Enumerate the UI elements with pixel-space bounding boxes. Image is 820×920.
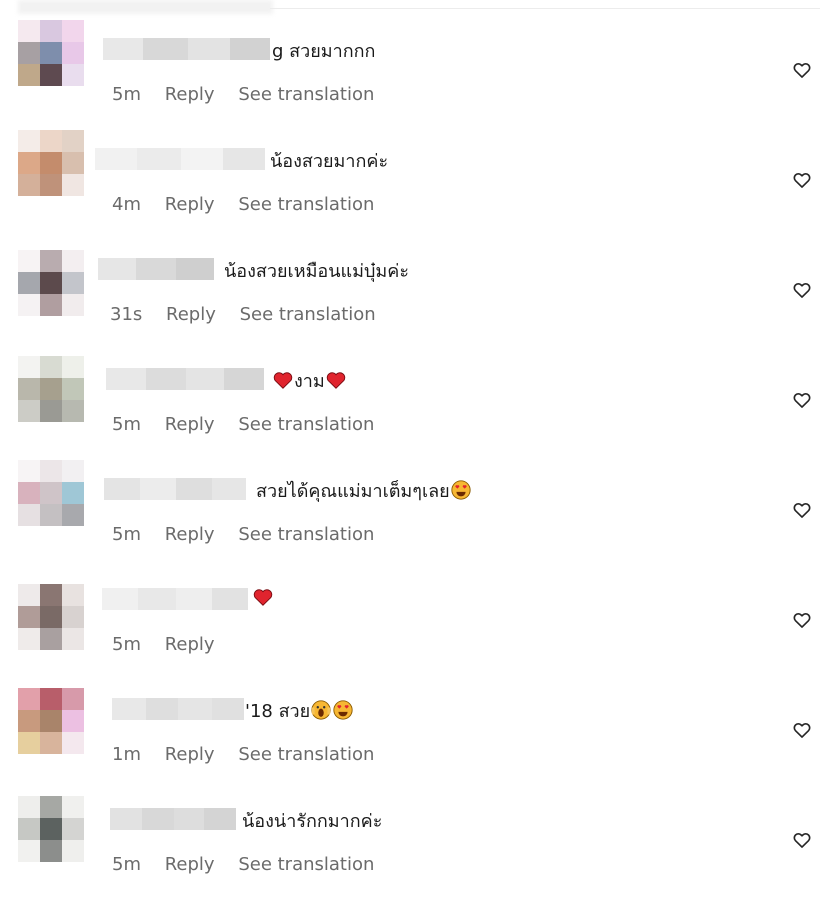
heart-eyes-emoji-icon [451,480,471,500]
username-blurred[interactable] [95,148,265,170]
comment-item: '18 สวย 1m Reply See translation [0,688,820,810]
comment-item: g สวยมากกก 5m Reply See translation [0,20,820,150]
see-translation-button[interactable]: See translation [238,524,374,545]
heart-outline-icon[interactable] [792,390,812,410]
see-translation-button[interactable]: See translation [240,304,376,325]
avatar[interactable] [18,460,84,526]
username-blurred[interactable] [102,588,248,610]
see-translation-button[interactable]: See translation [238,854,374,875]
heart-outline-icon[interactable] [792,170,812,190]
heart-outline-icon[interactable] [792,830,812,850]
previous-comment-blur [18,0,273,14]
reply-button[interactable]: Reply [165,414,215,435]
username-blurred[interactable] [104,478,246,500]
see-translation-button[interactable]: See translation [238,414,374,435]
comment-meta: 5m Reply [112,634,233,655]
comment-meta: 31s Reply See translation [110,304,394,325]
comment-meta: 4m Reply See translation [112,194,392,215]
username-blurred[interactable] [103,38,270,60]
see-translation-button[interactable]: See translation [238,84,374,105]
comment-item: สวยได้คุณแม่มาเต็มๆเลย 5m Reply See tran… [0,460,820,590]
comment-time: 1m [112,744,141,765]
comment-item: งาม 5m Reply See translation [0,356,820,480]
comment-time: 5m [112,524,141,545]
reply-button[interactable]: Reply [165,84,215,105]
comment-time: 5m [112,84,141,105]
comment-text: น้องสวยเหมือนแม่บุ๋มค่ะ [224,261,410,282]
comment-text: น้องน่ารักกมากค่ะ [242,811,383,832]
red-heart-icon [326,372,345,389]
comment-text: สวยได้คุณแม่มาเต็มๆเลย [256,476,472,505]
heart-outline-icon[interactable] [792,500,812,520]
avatar[interactable] [18,796,84,862]
avatar[interactable] [18,584,84,650]
comment-text: g สวยมากกก [272,41,376,62]
comment-text [252,586,274,609]
avatar[interactable] [18,356,84,422]
comment-item: น้องสวยมากค่ะ 4m Reply See translation [0,130,820,260]
avatar[interactable] [18,250,84,316]
username-blurred[interactable] [106,368,264,390]
see-translation-button[interactable]: See translation [238,194,374,215]
username-blurred[interactable] [98,258,214,280]
heart-outline-icon[interactable] [792,280,812,300]
comment-item: น้องสวยเหมือนแม่บุ๋มค่ะ 31s Reply See tr… [0,250,820,370]
divider [270,8,820,9]
see-translation-button[interactable]: See translation [238,744,374,765]
reply-button[interactable]: Reply [165,524,215,545]
comment-time: 5m [112,854,141,875]
reply-button[interactable]: Reply [165,194,215,215]
comment-meta: 1m Reply See translation [112,744,392,765]
comment-text: น้องสวยมากค่ะ [270,151,389,172]
screaming-face-emoji-icon [311,700,331,720]
comment-meta: 5m Reply See translation [112,414,392,435]
comment-time: 4m [112,194,141,215]
comment-text: '18 สวย [245,696,354,725]
reply-button[interactable]: Reply [165,854,215,875]
reply-button[interactable]: Reply [165,744,215,765]
comment-text: งาม [272,366,347,395]
reply-button[interactable]: Reply [166,304,216,325]
reply-button[interactable]: Reply [165,634,215,655]
red-heart-icon [273,372,293,389]
comment-meta: 5m Reply See translation [112,854,392,875]
heart-outline-icon[interactable] [792,610,812,630]
avatar[interactable] [18,130,84,196]
comment-meta: 5m Reply See translation [112,524,392,545]
red-heart-icon [253,589,273,606]
heart-outline-icon[interactable] [792,720,812,740]
heart-outline-icon[interactable] [792,60,812,80]
username-blurred[interactable] [112,698,244,720]
comment-time: 5m [112,634,141,655]
comment-time: 5m [112,414,141,435]
avatar[interactable] [18,688,84,754]
comment-time: 31s [110,304,143,325]
comment-meta: 5m Reply See translation [112,84,392,105]
comment-item: 5m Reply [0,584,820,700]
heart-eyes-emoji-icon [333,700,353,720]
avatar[interactable] [18,20,84,86]
comment-item: น้องน่ารักกมากค่ะ 5m Reply See translati… [0,796,820,920]
username-blurred[interactable] [110,808,236,830]
